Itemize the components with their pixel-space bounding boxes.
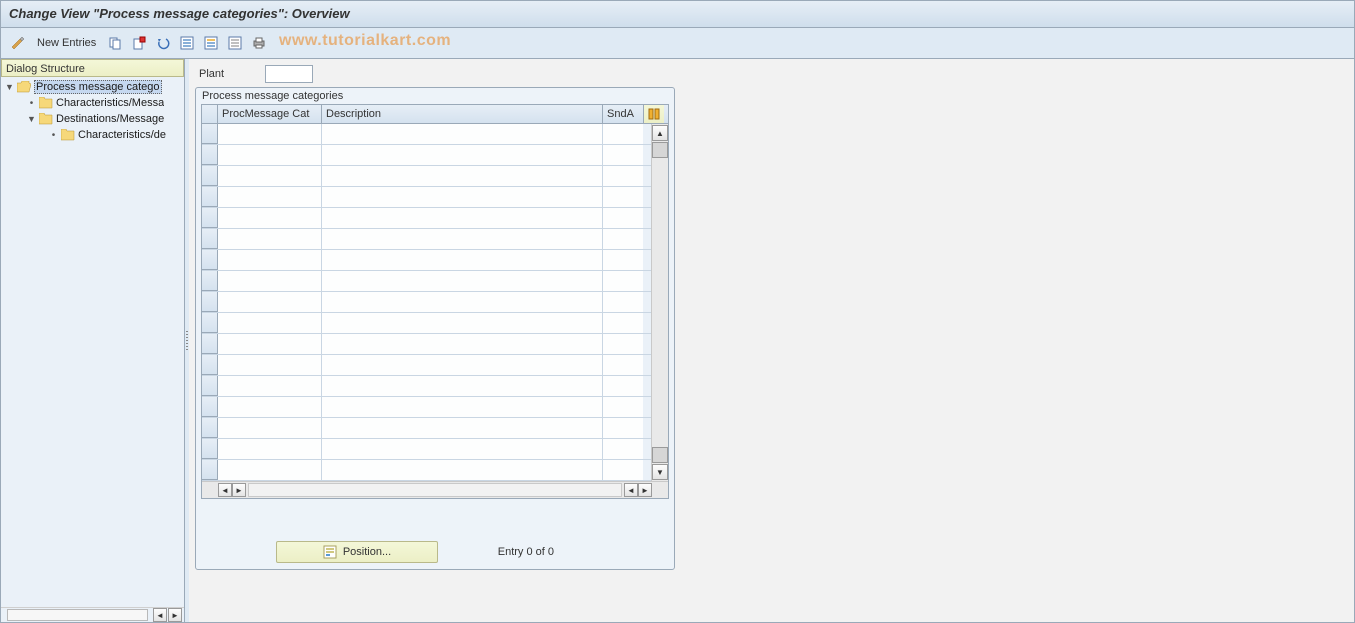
toggle-change-icon[interactable] [9,34,27,52]
tree-node-characteristics-de[interactable]: • Characteristics/de [1,127,184,143]
scroll-up-icon[interactable]: ▲ [652,125,668,141]
table-row[interactable] [202,397,651,418]
process-message-categories-group: Process message categories ProcMessage C… [195,87,675,570]
col-description[interactable]: Description [322,105,603,123]
row-selector[interactable] [202,229,218,249]
table-row[interactable] [202,166,651,187]
scroll-left-icon[interactable]: ◄ [624,483,638,497]
main-area: Dialog Structure ▼ Process message categ… [1,59,1354,622]
row-selector[interactable] [202,250,218,270]
toolbar: New Entries www.tutorialkart.com [1,28,1354,59]
scroll-down-icon[interactable]: ▼ [652,464,668,480]
folder-icon [39,113,53,125]
print-icon[interactable] [250,34,268,52]
row-selector[interactable] [202,355,218,375]
tree-node-process-message-categories[interactable]: ▼ Process message catego [1,79,184,95]
table-row[interactable] [202,250,651,271]
sidebar-hscroll[interactable]: ◄ ► [1,607,184,622]
row-selector[interactable] [202,418,218,438]
col-procmessage-cat[interactable]: ProcMessage Cat [218,105,322,123]
row-selector[interactable] [202,145,218,165]
scroll-left-icon[interactable]: ◄ [218,483,232,497]
plant-input[interactable] [265,65,313,83]
watermark-text: www.tutorialkart.com [279,32,451,50]
delete-icon[interactable] [130,34,148,52]
row-selector[interactable] [202,208,218,228]
expand-icon[interactable]: ▼ [27,114,36,124]
copy-icon[interactable] [106,34,124,52]
tree-node-destinations-message[interactable]: ▼ Destinations/Message [1,111,184,127]
sidebar-header: Dialog Structure [1,59,184,77]
scroll-right-icon[interactable]: ► [638,483,652,497]
table-row[interactable] [202,271,651,292]
tree-label: Characteristics/de [78,129,166,141]
bullet-icon: • [49,130,58,141]
table-row[interactable] [202,313,651,334]
table-row[interactable] [202,187,651,208]
table-row[interactable] [202,334,651,355]
scroll-thumb[interactable] [652,447,668,463]
plant-label: Plant [199,68,259,80]
undo-icon[interactable] [154,34,172,52]
row-selector[interactable] [202,292,218,312]
content-area: Plant Process message categories ProcMes… [189,59,1354,622]
col-snda[interactable]: SndA [603,105,643,123]
select-all-column[interactable] [202,105,218,123]
row-selector[interactable] [202,439,218,459]
row-selector[interactable] [202,397,218,417]
new-entries-button[interactable]: New Entries [33,37,100,49]
table-row[interactable] [202,124,651,145]
row-selector[interactable] [202,460,218,480]
hscroll-track[interactable] [248,483,622,497]
tree-label: Characteristics/Messa [56,97,164,109]
position-label: Position... [343,546,391,558]
select-all-icon[interactable] [178,34,196,52]
dialog-structure-sidebar: Dialog Structure ▼ Process message categ… [1,59,185,622]
window-title: Change View "Process message categories"… [1,1,1354,28]
vertical-scrollbar[interactable]: ▲ ▼ [651,124,668,481]
table-settings-icon[interactable] [643,105,664,123]
scroll-left-icon[interactable]: ◄ [153,608,167,622]
scroll-right-icon[interactable]: ► [168,608,182,622]
table-control: ProcMessage Cat Description SndA [201,104,669,499]
tree-label: Process message catego [34,80,162,94]
row-selector[interactable] [202,187,218,207]
open-folder-icon [17,81,31,93]
horizontal-scrollbar[interactable]: ◄ ► ◄ ► [202,481,668,498]
entry-count-text: Entry 0 of 0 [498,546,554,558]
deselect-all-icon[interactable] [226,34,244,52]
position-button[interactable]: Position... [276,541,438,563]
tree-node-characteristics-messa[interactable]: • Characteristics/Messa [1,95,184,111]
row-selector[interactable] [202,166,218,186]
app-window: Change View "Process message categories"… [0,0,1355,623]
row-selector[interactable] [202,313,218,333]
row-selector[interactable] [202,376,218,396]
table-row[interactable] [202,460,651,481]
tree-label: Destinations/Message [56,113,164,125]
hscroll-track[interactable] [7,609,148,621]
folder-icon [39,97,53,109]
table-row[interactable] [202,292,651,313]
expand-icon[interactable]: ▼ [5,82,14,92]
row-selector[interactable] [202,334,218,354]
folder-icon [61,129,75,141]
table-row[interactable] [202,229,651,250]
table-body[interactable] [202,124,651,481]
table-row[interactable] [202,439,651,460]
table-row[interactable] [202,376,651,397]
dialog-structure-tree[interactable]: ▼ Process message catego • Characteristi… [1,77,184,607]
group-title: Process message categories [196,88,674,104]
table-row[interactable] [202,208,651,229]
scroll-right-icon[interactable]: ► [232,483,246,497]
row-selector[interactable] [202,271,218,291]
position-icon [323,545,337,559]
table-row[interactable] [202,145,651,166]
bullet-icon: • [27,98,36,109]
row-selector[interactable] [202,124,218,144]
table-row[interactable] [202,355,651,376]
scroll-thumb[interactable] [652,142,668,158]
select-block-icon[interactable] [202,34,220,52]
table-header: ProcMessage Cat Description SndA [202,105,668,124]
table-row[interactable] [202,418,651,439]
